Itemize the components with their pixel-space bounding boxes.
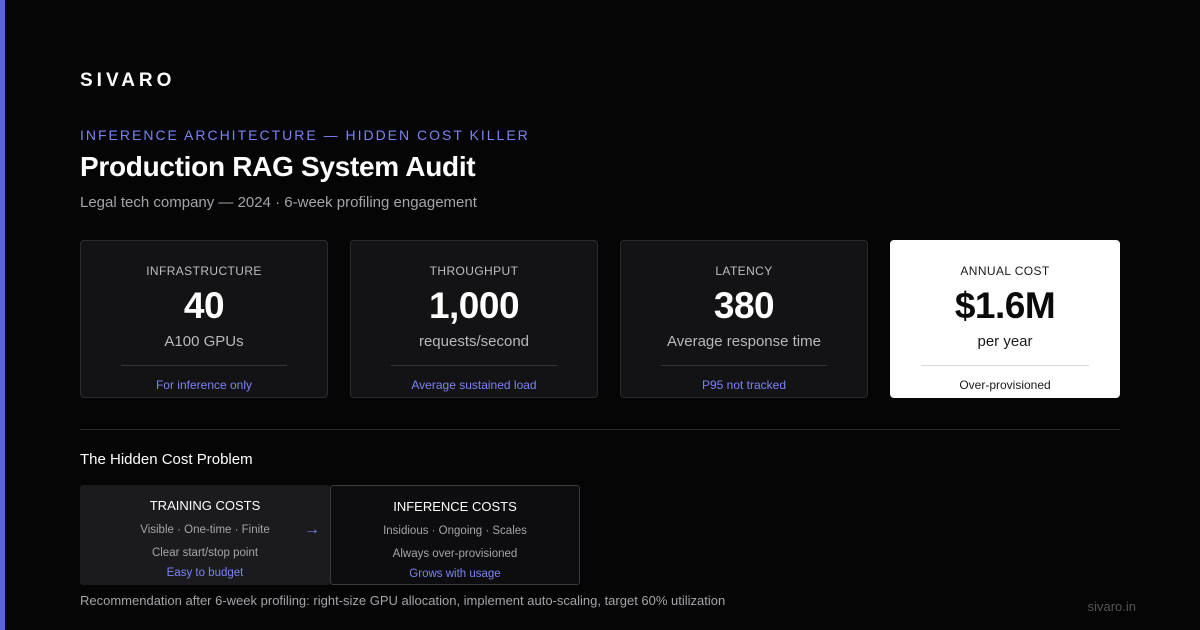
arrow-right-icon: →	[304, 521, 320, 538]
metric-value: 1,000	[428, 285, 520, 326]
metric-label: LATENCY	[715, 264, 773, 278]
metric-divider	[921, 365, 1089, 366]
page: SIVARO INFERENCE ARCHITECTURE — HIDDEN C…	[0, 0, 1200, 630]
training-costs-title: TRAINING COSTS	[149, 498, 261, 513]
recommendation-text: Recommendation after 6-week profiling: r…	[80, 593, 726, 608]
metric-label: ANNUAL COST	[960, 264, 1050, 278]
metric-unit: requests/second	[418, 333, 530, 350]
metric-unit: Average response time	[667, 333, 821, 350]
metric-note: Over-provisioned	[959, 378, 1051, 392]
metric-note: Average sustained load	[411, 378, 537, 392]
page-subtitle: Legal tech company — 2024 · 6-week profi…	[80, 194, 477, 211]
metric-divider	[661, 365, 827, 366]
metric-unit: A100 GPUs	[164, 333, 244, 350]
footer-url: sivaro.in	[1087, 599, 1136, 614]
metric-divider	[121, 365, 287, 366]
eyebrow-label: INFERENCE ARCHITECTURE — HIDDEN COST KIL…	[80, 127, 530, 143]
metric-note: P95 not tracked	[701, 378, 787, 392]
metric-divider	[391, 365, 557, 366]
metric-value: 40	[183, 285, 225, 326]
metric-card-throughput: THROUGHPUT 1,000 requests/second Average…	[350, 240, 598, 398]
page-title: Production RAG System Audit	[80, 151, 476, 182]
metric-label: THROUGHPUT	[429, 264, 519, 278]
inference-costs-traits: Insidious · Ongoing · Scales	[383, 525, 527, 537]
metric-card-infrastructure: INFRASTRUCTURE 40 A100 GPUs For inferenc…	[80, 240, 328, 398]
training-costs-detail: Clear start/stop point	[151, 547, 259, 559]
inference-costs-note: Grows with usage	[409, 568, 501, 580]
accent-bar	[0, 0, 5, 630]
metric-card-latency: LATENCY 380 Average response time P95 no…	[620, 240, 868, 398]
inference-costs-title: INFERENCE COSTS	[393, 499, 517, 514]
metric-note: For inference only	[155, 378, 253, 392]
metric-card-annual-cost: ANNUAL COST $1.6M per year Over-provisio…	[890, 240, 1120, 398]
brand-logo: SIVARO	[80, 70, 176, 91]
metric-label: INFRASTRUCTURE	[146, 264, 262, 278]
training-costs-note: Easy to budget	[166, 567, 244, 579]
section-divider	[80, 429, 1120, 430]
metric-value: $1.6M	[954, 285, 1056, 326]
section-title: The Hidden Cost Problem	[80, 451, 253, 468]
training-costs-box: TRAINING COSTS Visible · One-time · Fini…	[80, 485, 330, 585]
inference-costs-detail: Always over-provisioned	[392, 548, 518, 560]
training-costs-traits: Visible · One-time · Finite	[140, 524, 270, 536]
metric-value: 380	[713, 285, 775, 326]
inference-costs-box: INFERENCE COSTS Insidious · Ongoing · Sc…	[330, 485, 580, 585]
metric-unit: per year	[977, 333, 1033, 350]
